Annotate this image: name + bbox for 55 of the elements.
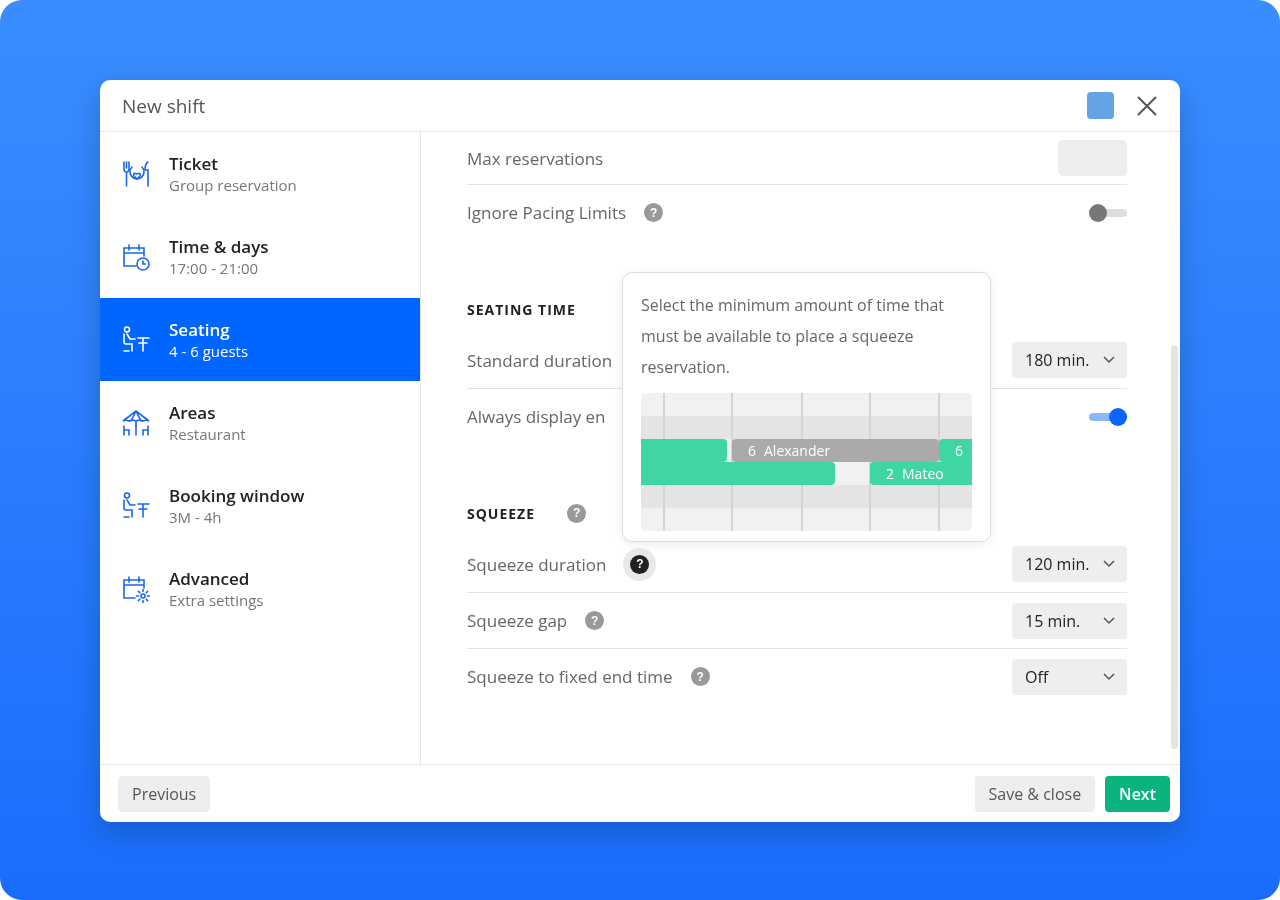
item-subtitle: 17:00 - 21:00 bbox=[169, 258, 260, 278]
ticket-icon bbox=[121, 158, 151, 189]
item-subtitle: Group reservation bbox=[169, 175, 297, 195]
setting-label: Squeeze to fixed end time bbox=[467, 665, 673, 688]
item-title: Areas bbox=[169, 401, 217, 424]
guest-name: Mateo bbox=[902, 464, 944, 483]
item-subtitle: 3M - 4h bbox=[169, 507, 223, 527]
setting-label: Standard duration bbox=[467, 348, 613, 372]
umbrella-table-icon bbox=[121, 407, 151, 438]
item-title: Time & days bbox=[169, 235, 269, 258]
item-subtitle: Extra settings bbox=[169, 590, 264, 610]
dropdown[interactable]: 180 min. bbox=[1012, 342, 1127, 378]
person-at-table-icon bbox=[121, 324, 151, 355]
chevron-down-icon bbox=[1103, 560, 1115, 568]
dropdown[interactable]: 15 min. bbox=[1012, 602, 1127, 639]
section-heading: SEATING TIME bbox=[467, 299, 576, 319]
setting-label: Squeeze gap bbox=[467, 609, 568, 632]
person-at-table-icon bbox=[121, 490, 151, 521]
setting-label: Max reservations bbox=[467, 146, 604, 170]
section-heading: SQUEEZE bbox=[467, 503, 536, 523]
sidebar-item[interactable]: Advanced Extra settings bbox=[100, 547, 420, 630]
sidebar-item[interactable]: Booking window 3M - 4h bbox=[100, 464, 420, 547]
sidebar-item[interactable]: Seating 4 - 6 guests bbox=[100, 298, 420, 381]
item-title: Booking window bbox=[169, 484, 305, 507]
calendar-gear-icon bbox=[121, 573, 151, 604]
guest-name: Alexander bbox=[764, 441, 831, 460]
guest-count: 6 bbox=[955, 441, 963, 460]
tooltip-text: Select the minimum amount of time that must be available to place a squeeze reservation. bbox=[641, 293, 946, 380]
sidebar-item[interactable]: Ticket Group reservation bbox=[100, 132, 420, 215]
toggle-switch[interactable] bbox=[1089, 406, 1127, 427]
setting-label: Squeeze duration bbox=[467, 552, 607, 576]
footer-button[interactable]: Previous bbox=[118, 775, 211, 812]
toggle-switch[interactable] bbox=[1089, 202, 1127, 223]
footer-button[interactable]: Save & close bbox=[974, 775, 1096, 812]
window-title: New shift bbox=[122, 92, 207, 119]
item-title: Ticket bbox=[169, 152, 220, 175]
sidebar-item[interactable]: Time & days 17:00 - 21:00 bbox=[100, 215, 420, 298]
item-title: Advanced bbox=[169, 567, 251, 590]
calendar-clock-icon bbox=[121, 241, 151, 272]
item-title: Seating bbox=[169, 318, 231, 341]
dropdown[interactable]: Off bbox=[1012, 658, 1127, 695]
setting-label: Ignore Pacing Limits bbox=[467, 201, 627, 224]
chevron-down-icon bbox=[1103, 616, 1115, 625]
guest-count: 6 bbox=[748, 441, 756, 460]
chevron-down-icon bbox=[1103, 356, 1115, 364]
sidebar-item[interactable]: Areas Restaurant bbox=[100, 381, 420, 464]
scrollbar[interactable] bbox=[1171, 345, 1178, 749]
item-subtitle: Restaurant bbox=[169, 424, 246, 444]
chevron-down-icon bbox=[1103, 672, 1115, 681]
dropdown[interactable]: 120 min. bbox=[1012, 546, 1127, 582]
close-button[interactable] bbox=[1136, 94, 1158, 117]
color-swatch[interactable] bbox=[1087, 92, 1114, 119]
setting-label: Always display en bbox=[467, 405, 606, 428]
guest-count: 2 bbox=[886, 464, 894, 483]
item-subtitle: 4 - 6 guests bbox=[169, 341, 249, 361]
